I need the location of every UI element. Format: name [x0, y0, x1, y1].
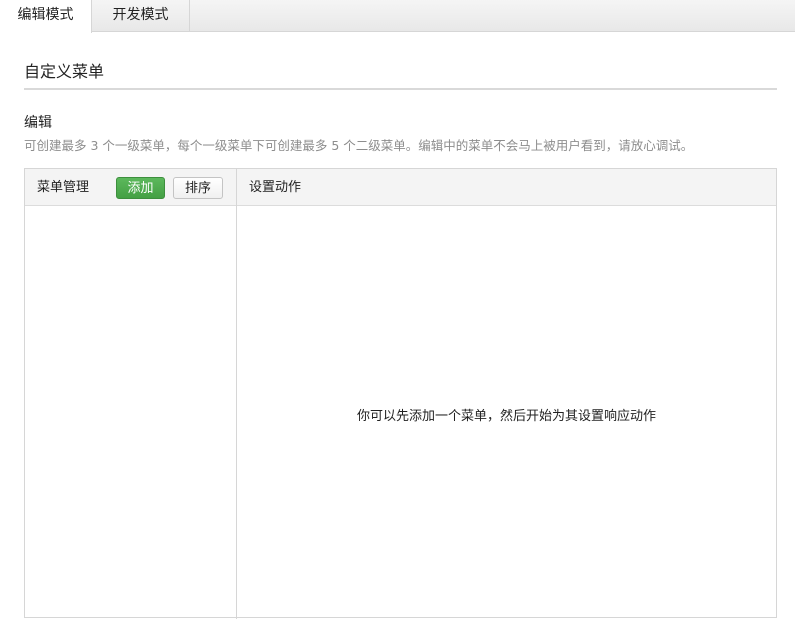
page-title: 自定义菜单 — [24, 62, 105, 81]
set-action-label: 设置动作 — [249, 180, 302, 195]
empty-action-hint: 你可以先添加一个菜单，然后开始为其设置响应动作 — [356, 409, 656, 424]
tab-developer-mode[interactable]: 开发模式 — [92, 0, 190, 32]
menu-management-label: 菜单管理 — [37, 180, 90, 195]
sort-menu-button[interactable]: 排序 — [173, 177, 223, 199]
edit-heading: 编辑 — [24, 115, 52, 131]
panel-header: 菜单管理 添加 排序 设置动作 — [25, 169, 776, 206]
menu-editor-panel: 菜单管理 添加 排序 设置动作 你可以先添加一个菜单，然后开始为其设置响应动作 — [24, 168, 777, 619]
mode-tab-bar: 编辑模式 开发模式 — [0, 0, 795, 33]
add-menu-button[interactable]: 添加 — [116, 177, 165, 199]
panel-column-divider — [236, 169, 237, 619]
title-divider — [24, 88, 777, 90]
edit-description: 可创建最多 3 个一级菜单，每个一级菜单下可创建最多 5 个二级菜单。编辑中的菜… — [24, 138, 694, 153]
tab-edit-mode[interactable]: 编辑模式 — [0, 0, 92, 33]
